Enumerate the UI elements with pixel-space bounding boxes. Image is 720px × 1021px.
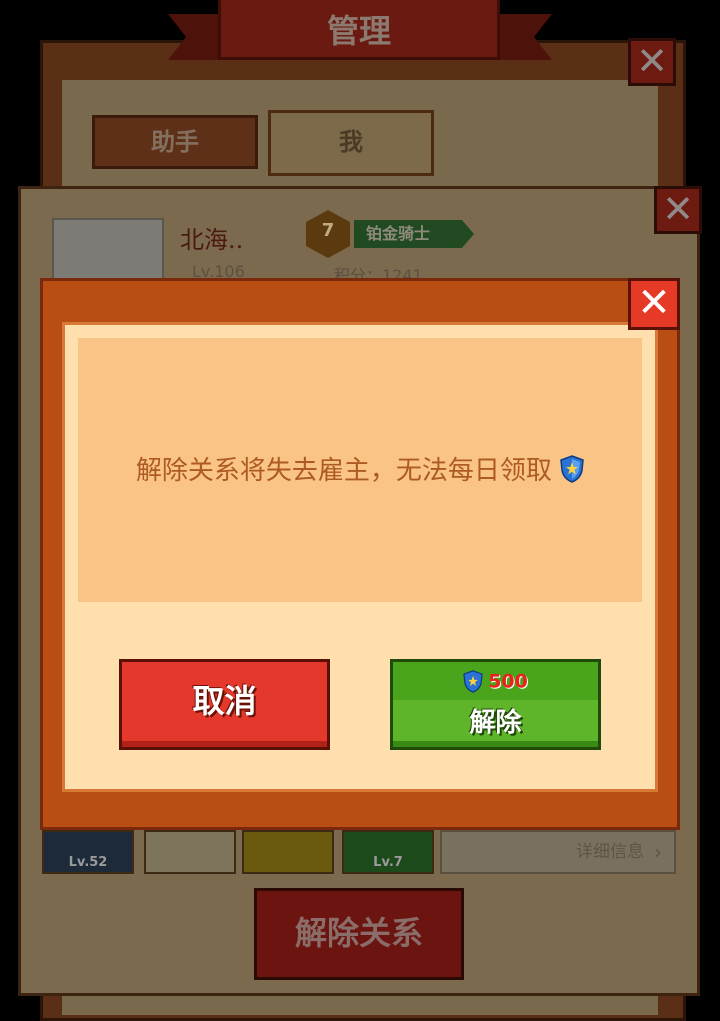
cancel-button-label: 取消 — [122, 662, 327, 747]
detail-info-label: 详细信息 — [576, 842, 644, 862]
tab-helper[interactable]: 助手 — [92, 115, 258, 169]
cost-row: 500 — [393, 670, 598, 693]
cancel-button[interactable]: 取消 — [119, 659, 330, 750]
player-name: 北海.. — [180, 226, 244, 254]
close-icon: ✕ — [636, 39, 668, 83]
item-slot[interactable] — [242, 830, 334, 874]
close-icon: ✕ — [662, 187, 694, 231]
hero-slot[interactable] — [144, 830, 236, 874]
slot-level: Lv.52 — [68, 855, 108, 870]
unbind-relationship-button[interactable]: 解除关系 — [254, 888, 464, 980]
close-icon: ✕ — [637, 280, 671, 326]
tab-me[interactable]: 我 — [268, 110, 434, 176]
dialog-close-button[interactable]: ✕ — [628, 278, 680, 330]
detail-info-button[interactable]: 详细信息 › — [440, 830, 676, 874]
info-close-button[interactable]: ✕ — [654, 186, 702, 234]
rank-number: 7 — [321, 220, 335, 241]
weapon-slot[interactable]: Lv.7 — [342, 830, 434, 874]
panel-close-button[interactable]: ✕ — [628, 38, 676, 86]
chevron-right-icon: › — [654, 840, 662, 864]
title-ribbon-tail-right — [492, 14, 552, 60]
shield-icon — [463, 670, 483, 693]
dialog-message-text: 解除关系将失去雇主，无法每日领取 — [135, 456, 552, 486]
confirm-button-label: 解除 — [469, 708, 522, 738]
hero-slot[interactable]: Lv.52 — [42, 830, 134, 874]
confirm-unbind-button[interactable]: 500 解除 — [390, 659, 601, 750]
cost-value: 500 — [488, 670, 528, 693]
page-title: 管理 — [326, 12, 391, 50]
slot-level: Lv.7 — [373, 855, 403, 870]
dialog-message: 解除关系将失去雇主，无法每日领取 — [78, 450, 642, 487]
shield-icon — [560, 454, 584, 483]
rank-title: 铂金骑士 — [354, 220, 474, 248]
